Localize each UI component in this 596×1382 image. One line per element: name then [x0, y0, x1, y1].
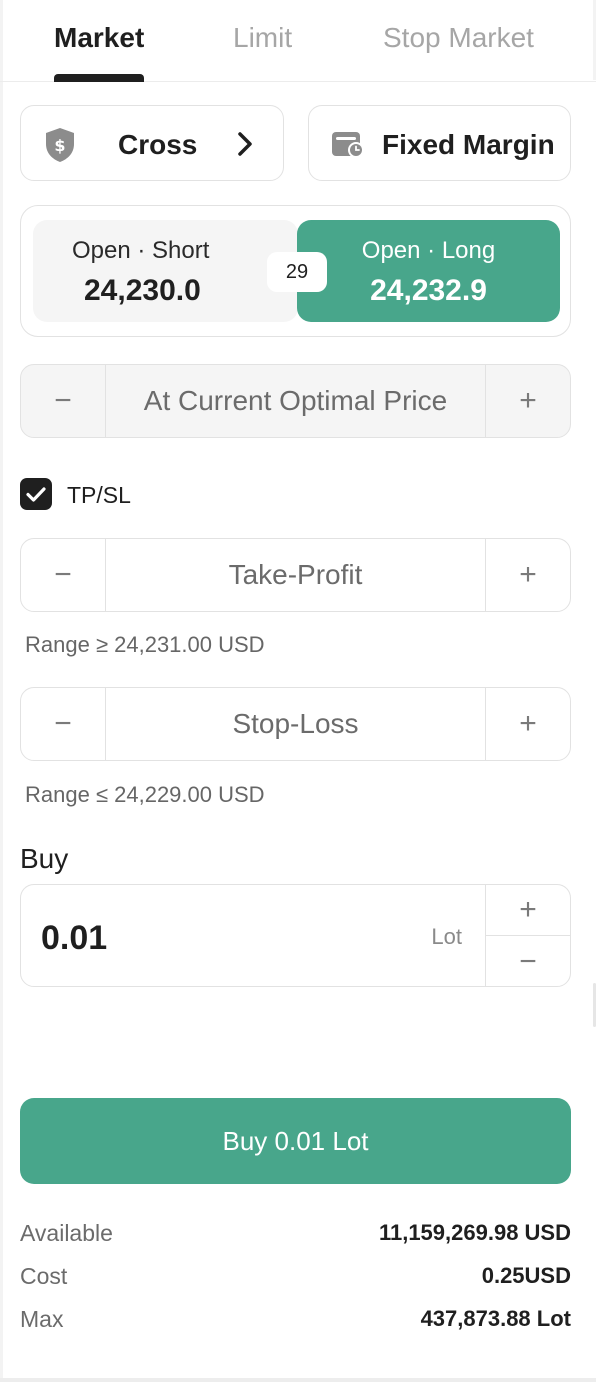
take-profit-input[interactable]: Take-Profit [106, 539, 485, 611]
checkmark-icon [26, 487, 46, 502]
stop-loss-increase-button[interactable]: + [485, 688, 570, 760]
tab-limit[interactable]: Limit [233, 20, 292, 56]
cross-margin-label: Cross [118, 129, 198, 160]
take-profit-decrease-button[interactable]: − [21, 539, 106, 611]
price-increase-button[interactable]: + [485, 365, 570, 437]
max-row: Max 437,873.88 Lot [20, 1304, 571, 1336]
cost-label: Cost [20, 1263, 68, 1289]
frame-bottom-edge [0, 1378, 596, 1382]
checkbox-box [20, 478, 52, 510]
quantity-decrease-button[interactable]: − [485, 936, 570, 987]
quantity-input[interactable]: 0.01 [41, 918, 107, 958]
short-price: 24,230.0 [84, 274, 201, 307]
order-side-label: Buy [20, 843, 69, 874]
long-price: 24,232.9 [370, 274, 487, 307]
take-profit-range: Range ≥ 24,231.00 USD [25, 632, 265, 657]
direction-selector: Open · Short 24,230.0 Open · Long 24,232… [20, 205, 571, 337]
available-value: 11,159,269.98 USD [378, 1220, 571, 1245]
active-tab-indicator [54, 74, 144, 82]
max-label: Max [20, 1306, 64, 1332]
open-long-title: Open · Long [361, 237, 496, 264]
quantity-increase-button[interactable]: + [485, 885, 570, 936]
tab-market[interactable]: Market [54, 20, 144, 56]
fixed-margin-button[interactable]: Fixed Margin [308, 105, 571, 181]
tpsl-label: TP/SL [67, 482, 131, 508]
cross-margin-button[interactable]: $ Cross [20, 105, 284, 181]
spread-badge: 29 [267, 252, 327, 292]
stop-loss-stepper: − Stop-Loss + [20, 687, 571, 761]
wallet-clock-icon [332, 132, 364, 158]
price-stepper: − At Current Optimal Price + [20, 364, 571, 438]
shield-dollar-glyph: $ [54, 136, 65, 155]
tab-stop-market[interactable]: Stop Market [383, 20, 534, 56]
frame-left-edge [0, 0, 3, 1382]
price-decrease-button[interactable]: − [21, 365, 106, 437]
quantity-stepper: 0.01 Lot + − [20, 884, 571, 987]
price-input[interactable]: At Current Optimal Price [106, 365, 485, 437]
open-short-button[interactable]: Open · Short 24,230.0 [33, 220, 298, 322]
take-profit-stepper: − Take-Profit + [20, 538, 571, 612]
max-value: 437,873.88 Lot [420, 1306, 571, 1331]
order-type-tabs: Market Limit Stop Market [0, 0, 596, 82]
quantity-unit: Lot [431, 924, 462, 949]
buy-submit-button[interactable]: Buy 0.01 Lot [20, 1098, 571, 1184]
stop-loss-range: Range ≤ 24,229.00 USD [25, 782, 265, 807]
stop-loss-input[interactable]: Stop-Loss [106, 688, 485, 760]
available-label: Available [20, 1220, 113, 1246]
available-row: Available 11,159,269.98 USD [20, 1218, 571, 1250]
open-long-button[interactable]: Open · Long 24,232.9 [297, 220, 560, 322]
take-profit-increase-button[interactable]: + [485, 539, 570, 611]
stop-loss-decrease-button[interactable]: − [21, 688, 106, 760]
cost-value: 0.25USD [481, 1263, 571, 1288]
open-short-title: Open · Short [72, 237, 210, 264]
shield-dollar-icon: $ [46, 128, 74, 162]
chevron-right-icon [238, 132, 252, 156]
cost-row: Cost 0.25USD [20, 1261, 571, 1293]
fixed-margin-label: Fixed Margin [382, 129, 555, 160]
